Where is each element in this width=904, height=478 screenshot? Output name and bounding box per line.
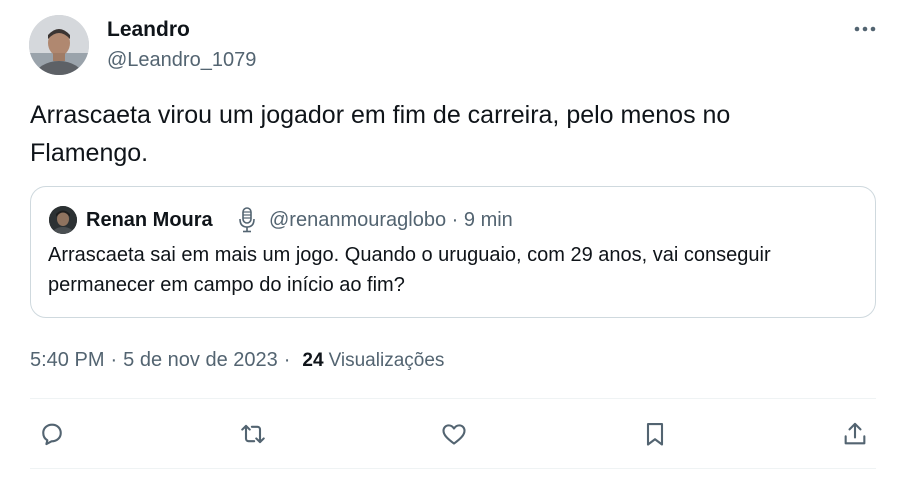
quoted-tweet-time[interactable]: 9 min [464, 209, 513, 231]
quoted-author-name[interactable]: Renan Moura [86, 207, 213, 233]
separator-dot: · [110, 349, 118, 371]
share-button[interactable] [838, 417, 872, 451]
like-button[interactable] [437, 417, 471, 451]
tweet-text: Arrascaeta virou um jogador em fim de ca… [30, 101, 731, 167]
bookmark-icon [646, 423, 664, 446]
tweet-date[interactable]: 5 de nov de 2023 [123, 346, 278, 374]
author-avatar[interactable] [29, 15, 89, 75]
microphone-icon [239, 207, 255, 233]
tweet: Leandro @Leandro_1079 Arrascaeta virou u… [0, 0, 904, 478]
separator-dot: · [451, 209, 459, 231]
quoted-author-handle[interactable]: @renanmouraglobo [269, 209, 446, 231]
more-options-button[interactable] [848, 16, 882, 42]
tweet-meta-row: 5:40 PM · 5 de nov de 2023 · 24 Visualiz… [30, 346, 444, 375]
views-label[interactable]: Visualizações [329, 347, 445, 375]
tweet-time[interactable]: 5:40 PM [30, 346, 104, 374]
quoted-tweet-meta: @renanmouraglobo · 9 min [269, 207, 513, 233]
quoted-tweet-text: Arrascaeta sai em mais um jogo. Quando o… [48, 244, 771, 296]
separator-dot: · [283, 349, 291, 371]
more-horizontal-icon [854, 26, 876, 32]
quoted-tweet-card[interactable]: Renan Moura @renanmouraglobo · 9 min Arr… [30, 186, 876, 318]
divider [30, 398, 876, 399]
retweet-button[interactable] [236, 417, 270, 451]
author-handle[interactable]: @Leandro_1079 [107, 47, 256, 73]
like-icon [442, 424, 466, 445]
reply-button[interactable] [35, 417, 69, 451]
bookmark-button[interactable] [638, 417, 672, 451]
quoted-author-avatar[interactable] [49, 206, 77, 234]
retweet-icon [241, 424, 265, 444]
divider [30, 468, 876, 469]
share-icon [844, 422, 866, 445]
views-count[interactable]: 24 [302, 347, 323, 375]
reply-icon [42, 423, 62, 446]
author-name[interactable]: Leandro [107, 17, 190, 43]
